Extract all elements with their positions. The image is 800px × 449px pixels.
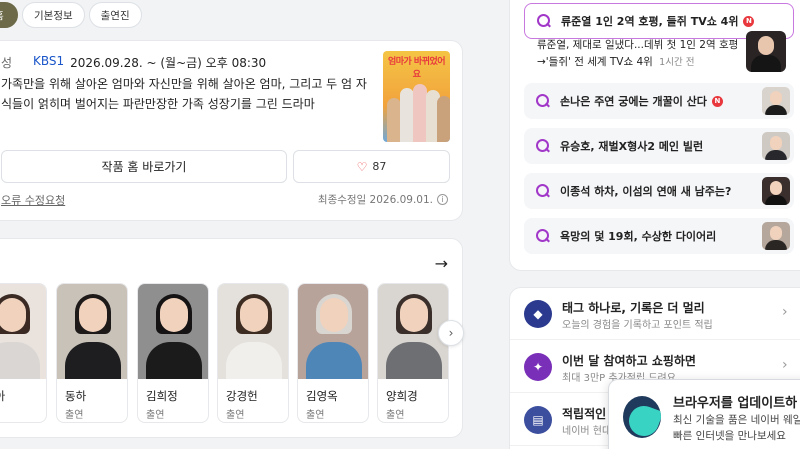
news-headline: 류준열, 제대로 일냈다...데뷔 첫 1인 2역 호평 →'들쥐' 전 세계 … — [537, 39, 739, 68]
info-icon[interactable]: i — [437, 194, 448, 205]
cast-member[interactable]: 동하출연 — [56, 283, 128, 423]
trending-text: 욕망의 덫 19회, 수상한 다이어리 — [560, 230, 717, 243]
event-subtitle: 오늘의 경험을 기록하고 포인트 적립 — [562, 320, 713, 331]
cast-member[interactable]: 김희정출연 — [137, 283, 209, 423]
trending-text: 유승호, 재벌X형사2 메인 빌런 — [560, 140, 704, 153]
chevron-right-icon: › — [782, 357, 788, 373]
trending-item[interactable]: 유승호, 재벌X형사2 메인 빌런 — [524, 128, 794, 164]
thumbnail-body — [751, 55, 781, 72]
popup-text: 최신 기술을 품은 네이버 웨일 서 빠른 인터넷을 만나보세요 — [673, 414, 800, 442]
tab-bar: 홈 기본정보 출연진 — [0, 2, 142, 28]
cast-member[interactable]: 김영옥출연 — [297, 283, 369, 423]
cast-photo — [0, 284, 46, 379]
cast-name: 김희정 — [146, 389, 178, 403]
event-title: 태그 하나로, 기록은 더 멀리 — [562, 301, 705, 315]
cast-photo — [138, 284, 208, 379]
chevron-right-icon: › — [782, 304, 788, 320]
event-title: 적립적인 — [562, 407, 607, 421]
cast-name: 동하 — [65, 389, 87, 403]
trending-thumbnail — [762, 222, 790, 250]
event-row[interactable]: ◆ 태그 하나로, 기록은 더 멀리오늘의 경험을 기록하고 포인트 적립 › — [510, 288, 800, 340]
cast-photo — [218, 284, 288, 379]
search-icon — [536, 229, 550, 243]
cast-role: 출연 — [65, 410, 84, 421]
gift-icon: ✦ — [524, 353, 552, 381]
synopsis-text: 가족만을 위해 살아온 엄마와 자신만을 위해 살아온 엄마, 그리고 두 엄 … — [1, 77, 367, 111]
cast-name: 양희경 — [386, 389, 418, 403]
trending-text: 손나은 주연 궁에는 개꿀이 산다 — [560, 95, 707, 108]
broadcast-info: KBS1 2026.09.28. ~ (월~금) 오후 08:30 — [33, 54, 266, 71]
tab-basic-info[interactable]: 기본정보 — [22, 2, 85, 28]
trending-thumbnail — [762, 177, 790, 205]
event-subtitle: 네이버 현대 — [562, 426, 612, 437]
trending-text: 류준열 1인 2역 호평, 들쥐 TV쇼 4위 — [561, 15, 739, 28]
cast-name: 김영옥 — [306, 389, 338, 403]
news-text: 류준열, 제대로 일냈다...데뷔 첫 1인 2역 호평 →'들쥐' 전 세계 … — [537, 37, 742, 71]
poster-figure — [413, 84, 427, 142]
drama-home-button[interactable]: 작품 홈 바로가기 — [1, 150, 287, 183]
card-icon: ▤ — [524, 406, 552, 434]
poster-figure — [400, 88, 414, 142]
news-time: 1시간 전 — [659, 57, 695, 68]
trending-search-card: 류준열 1인 2역 호평, 들쥐 TV쇼 4위 N 류준열, 제대로 일냈다..… — [509, 0, 800, 271]
arrow-right-icon[interactable]: → — [435, 254, 448, 273]
search-icon — [537, 14, 551, 28]
trending-item[interactable]: 손나은 주연 궁에는 개꿀이 산다 N — [524, 83, 794, 119]
tab-home[interactable]: 홈 — [0, 2, 18, 28]
cast-member[interactable]: 강경헌출연 — [217, 283, 289, 423]
like-button[interactable]: ♡ 87 — [293, 150, 450, 183]
cast-name: 민아 — [0, 388, 5, 404]
heart-icon: ♡ — [356, 159, 368, 174]
news-item[interactable]: 류준열, 제대로 일냈다...데뷔 첫 1인 2역 호평 →'들쥐' 전 세계 … — [524, 29, 794, 79]
trending-thumbnail — [762, 132, 790, 160]
trending-text: 이종석 하차, 이섬의 연애 새 남주는? — [560, 185, 732, 198]
popup-title: 브라우저를 업데이트하 — [673, 396, 798, 411]
new-badge: N — [743, 15, 755, 27]
cast-role: 출연 — [146, 410, 165, 421]
news-thumbnail — [746, 31, 786, 72]
drama-poster[interactable]: 엄마가 바뀌었어요 — [383, 51, 450, 142]
like-count: 87 — [372, 160, 387, 173]
trending-item[interactable]: 욕망의 덫 19회, 수상한 다이어리 — [524, 218, 794, 254]
poster-figure — [437, 96, 450, 142]
last-updated: 최종수정일 2026.09.01. i — [318, 192, 448, 207]
chevron-right-icon[interactable]: › — [438, 320, 464, 346]
drama-info-card: 성 KBS1 2026.09.28. ~ (월~금) 오후 08:30 가족만을… — [0, 40, 463, 221]
browser-update-popup[interactable]: 브라우저를 업데이트하 최신 기술을 품은 네이버 웨일 서 빠른 인터넷을 만… — [608, 379, 800, 449]
new-badge: N — [711, 95, 723, 107]
report-error-link[interactable]: 오류 수정요청 — [1, 192, 65, 208]
cast-role: 출연 — [306, 410, 325, 421]
event-title: 이번 달 참여하고 쇼핑하면 — [562, 354, 696, 368]
search-icon — [536, 184, 550, 198]
info-label: 성 — [1, 56, 13, 70]
trending-thumbnail — [762, 87, 790, 115]
poster-figure — [387, 98, 401, 142]
tab-cast[interactable]: 출연진 — [88, 2, 142, 28]
cast-role: 출연 — [386, 410, 405, 421]
cast-name: 강경헌 — [226, 389, 258, 403]
whale-logo-icon — [623, 396, 661, 438]
cast-photo — [298, 284, 368, 379]
cast-role: 출연 — [226, 410, 245, 421]
cast-member[interactable]: 민아연 — [0, 283, 47, 423]
last-updated-text: 최종수정일 2026.09.01. — [317, 194, 433, 206]
tag-icon: ◆ — [524, 300, 552, 328]
search-icon — [536, 139, 550, 153]
search-icon — [536, 94, 550, 108]
cast-photo — [57, 284, 127, 379]
thumbnail-face — [758, 36, 774, 55]
schedule-text: 2026.09.28. ~ (월~금) 오후 08:30 — [70, 56, 267, 70]
poster-title: 엄마가 바뀌었어요 — [387, 57, 446, 80]
cast-card: 진 → 민아연동하출연김희정출연강경헌출연김영옥출연양희경출연 › — [0, 238, 464, 438]
channel-link[interactable]: KBS1 — [33, 54, 64, 71]
cast-member[interactable]: 양희경출연 — [377, 283, 449, 423]
trending-item[interactable]: 이종석 하차, 이섬의 연애 새 남주는? — [524, 173, 794, 209]
